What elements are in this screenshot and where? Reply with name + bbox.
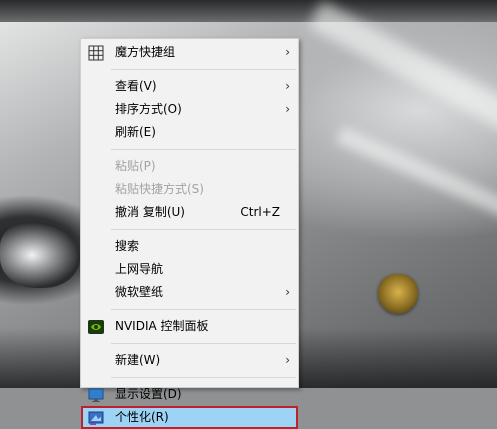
monitor-icon [88,388,104,402]
menu-item-paste-shortcut: 粘贴快捷方式(S) [81,178,298,201]
chevron-right-icon: › [285,45,290,59]
menu-item-web-navigation[interactable]: 上网导航 [81,258,298,281]
menu-item-paste: 粘贴(P) [81,155,298,178]
menu-item-label: 粘贴快捷方式(S) [115,182,204,196]
menu-separator [111,229,296,230]
chevron-right-icon: › [285,102,290,116]
menu-separator [111,149,296,150]
shortcut-hint: Ctrl+Z [240,205,280,219]
menu-item-refresh[interactable]: 刷新(E) [81,121,298,144]
menu-item-search[interactable]: 搜索 [81,235,298,258]
car-emblem-icon [378,274,418,314]
chevron-right-icon: › [285,79,290,93]
menu-separator [111,377,296,378]
personalize-icon [88,411,104,425]
menu-item-sort-by[interactable]: 排序方式(O) › [81,98,298,121]
grid-icon [88,45,104,61]
menu-item-microsoft-wallpaper[interactable]: 微软壁纸 › [81,281,298,304]
menu-item-label: 微软壁纸 [115,285,164,299]
chevron-right-icon: › [285,285,290,299]
menu-item-label: 撤消 复制(U) [115,205,185,219]
menu-item-personalize[interactable]: 个性化(R) [81,406,298,429]
menu-separator [111,343,296,344]
menu-item-label: 刷新(E) [115,125,156,139]
wallpaper-shadow [0,0,497,22]
chevron-right-icon: › [285,353,290,367]
menu-item-label: 排序方式(O) [115,102,182,116]
menu-item-label: 个性化(R) [115,410,169,424]
menu-item-label: 上网导航 [115,262,164,276]
menu-item-label: NVIDIA 控制面板 [115,319,209,333]
menu-item-display-settings[interactable]: 显示设置(D) [81,383,298,406]
menu-separator [111,69,296,70]
menu-item-label: 新建(W) [115,353,161,367]
menu-item-label: 搜索 [115,239,140,253]
menu-separator [111,309,296,310]
menu-item-label: 魔方快捷组 [115,45,176,59]
menu-item-magic-cube[interactable]: 魔方快捷组 › [81,41,298,64]
menu-item-label: 查看(V) [115,79,157,93]
menu-item-label: 显示设置(D) [115,387,182,401]
menu-item-new[interactable]: 新建(W) › [81,349,298,372]
nvidia-icon [88,320,104,334]
menu-item-label: 粘贴(P) [115,159,156,173]
desktop-context-menu: 魔方快捷组 › 查看(V) › 排序方式(O) › 刷新(E) 粘贴(P) 粘贴… [80,38,299,429]
menu-item-undo-copy[interactable]: 撤消 复制(U) Ctrl+Z [81,201,298,224]
menu-item-view[interactable]: 查看(V) › [81,75,298,98]
menu-item-nvidia-control-panel[interactable]: NVIDIA 控制面板 [81,315,298,338]
